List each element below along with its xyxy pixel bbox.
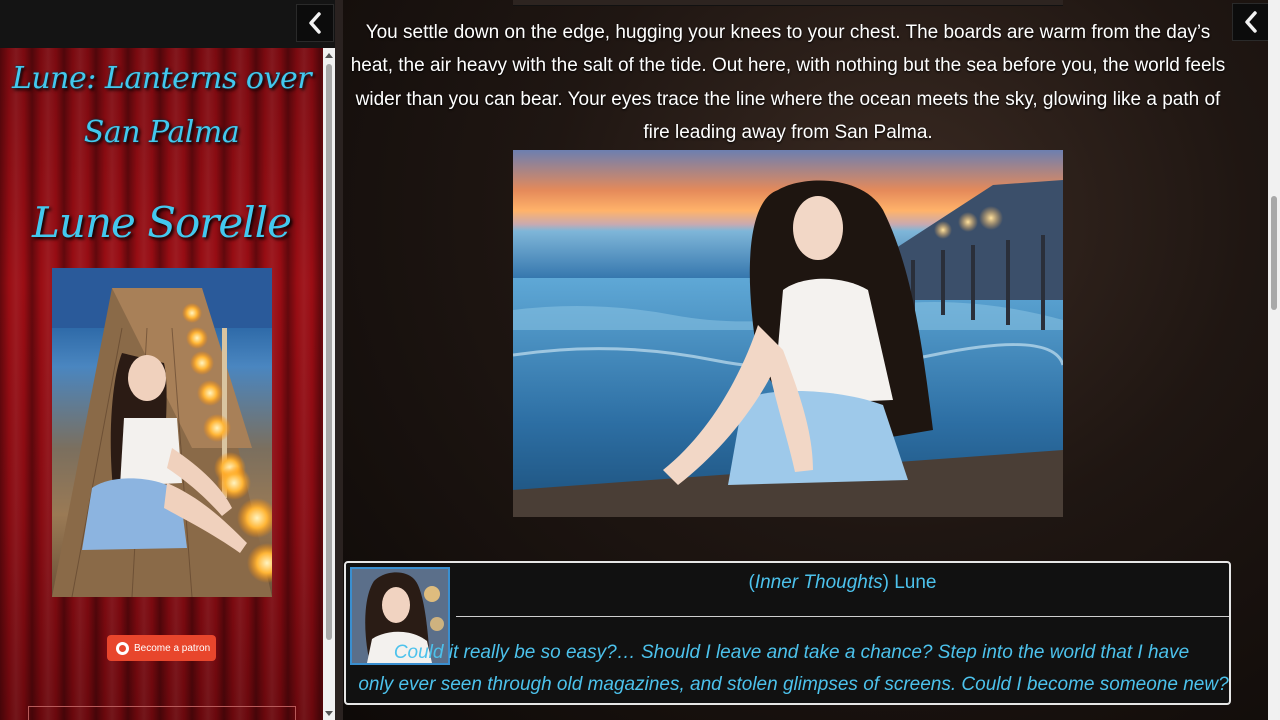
scene-image bbox=[513, 150, 1063, 517]
thought-close-paren: ) bbox=[882, 572, 889, 593]
character-name: Lune Sorelle bbox=[32, 198, 292, 247]
chevron-left-icon bbox=[309, 12, 321, 34]
sidebar-collapse-button[interactable] bbox=[296, 4, 334, 42]
story-title-line2: San Palma bbox=[83, 115, 240, 150]
thought-speaker: Lune bbox=[894, 572, 937, 593]
thought-line-1: Could it really be so easy?… Should I le… bbox=[393, 642, 1190, 663]
thought-header: (Inner Thoughts) Lune bbox=[456, 572, 1229, 594]
panel-divider bbox=[335, 0, 343, 720]
previous-image-edge bbox=[513, 0, 1063, 6]
patreon-icon bbox=[116, 641, 129, 655]
scroll-down-arrow-icon[interactable] bbox=[325, 711, 333, 716]
scroll-up-arrow-icon[interactable] bbox=[325, 53, 333, 58]
sidebar-scrollbar[interactable] bbox=[323, 48, 335, 720]
inner-thoughts-box: (Inner Thoughts) Lune Could it really be… bbox=[344, 561, 1231, 705]
thought-line-2: only ever seen through old magazines, an… bbox=[358, 674, 1229, 695]
thought-label: Inner Thoughts bbox=[754, 572, 883, 593]
character-portrait bbox=[52, 268, 272, 597]
sidebar-header-strip bbox=[0, 0, 335, 48]
become-patron-button[interactable]: Become a patron bbox=[107, 635, 216, 661]
story-main-panel: You settle down on the edge, hugging you… bbox=[343, 0, 1268, 720]
story-title-line1: Lune: Lanterns over bbox=[11, 61, 312, 96]
right-panel-toggle-button[interactable] bbox=[1232, 3, 1270, 41]
story-title: Lune: Lanterns over San Palma bbox=[10, 52, 313, 160]
story-paragraph: You settle down on the edge, hugging you… bbox=[350, 22, 1226, 144]
patron-button-label: Become a patron bbox=[134, 642, 211, 654]
main-scrollbar[interactable] bbox=[1268, 0, 1280, 720]
chevron-left-icon bbox=[1245, 11, 1257, 33]
main-scrollbar-thumb[interactable] bbox=[1271, 196, 1277, 310]
sidebar-scrollbar-thumb[interactable] bbox=[326, 64, 332, 640]
thought-divider bbox=[456, 616, 1229, 617]
thought-text: Could it really be so easy?… Should I le… bbox=[358, 637, 1229, 701]
story-sidebar: Lune: Lanterns over San Palma Lune Sorel… bbox=[0, 48, 323, 720]
sidebar-next-panel bbox=[28, 706, 296, 720]
